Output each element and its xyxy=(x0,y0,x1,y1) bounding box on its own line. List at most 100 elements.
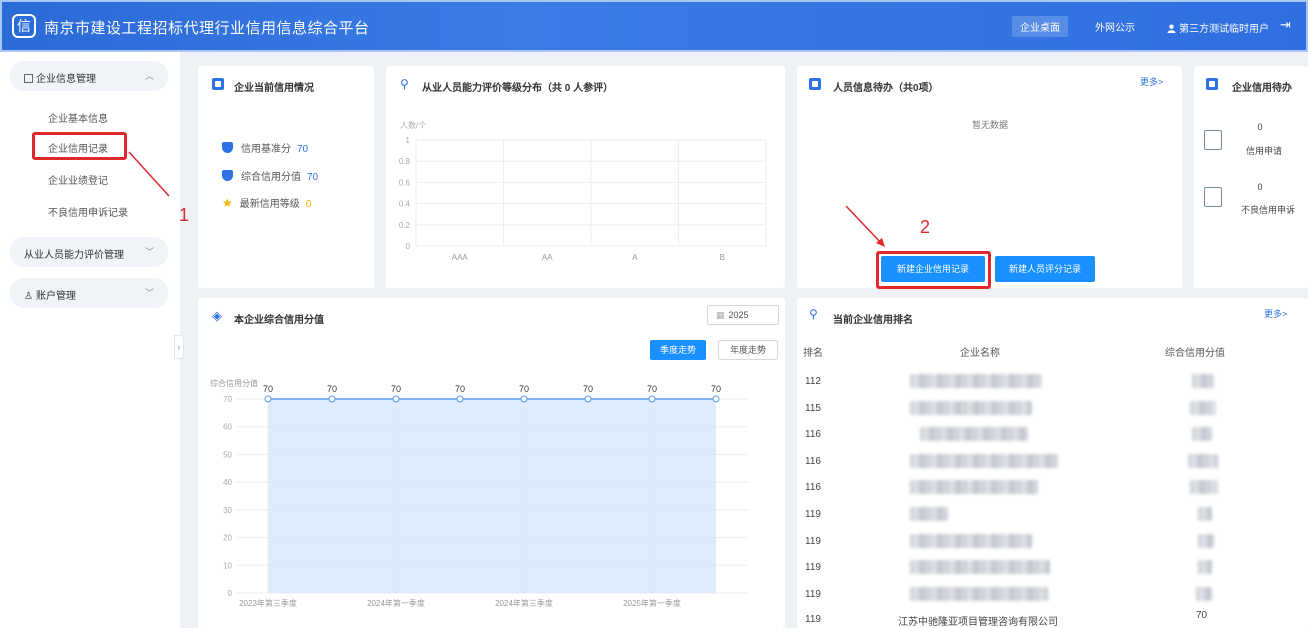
cube-icon: ◈ xyxy=(212,308,222,323)
col-header-score: 综合信用分值 xyxy=(1165,348,1225,359)
user-menu[interactable]: 第三方测试临时用户 xyxy=(1167,20,1269,35)
redacted-score xyxy=(1192,427,1212,441)
data-label: 70 xyxy=(327,384,337,394)
y-tick-label: 20 xyxy=(223,534,232,543)
data-label: 70 xyxy=(455,384,465,394)
company-name: 江苏中驰隆亚项目管理咨询有限公司 xyxy=(898,617,1058,628)
y-tick-label: 0.2 xyxy=(399,221,411,230)
new-staff-score-button[interactable]: 新建人员评分记录 xyxy=(995,256,1095,282)
annotation-arrow-1 xyxy=(128,151,170,197)
data-label: 70 xyxy=(711,384,721,394)
submenu-basic-info[interactable]: 企业基本信息 xyxy=(48,110,108,125)
annotation-number-2: 2 xyxy=(920,217,931,237)
y-tick-label: 0.8 xyxy=(399,157,411,166)
redacted-score xyxy=(1198,560,1212,574)
redacted-score xyxy=(1190,401,1216,415)
nav-enterprise-desktop[interactable]: 企业桌面 xyxy=(1012,16,1068,37)
y-tick-label: 0 xyxy=(228,589,233,598)
menu-group-account[interactable]: ♙ 账户管理 ﹀ xyxy=(10,278,168,308)
year-picker[interactable]: ▦ 2025 xyxy=(707,305,779,325)
card-title: 从业人员能力评价等级分布（共 0 人参评） xyxy=(422,83,614,94)
redacted-company-name xyxy=(910,560,1050,574)
data-label: 70 xyxy=(519,384,529,394)
redacted-score xyxy=(1192,374,1214,388)
ribbon-badge-icon: ⚲ xyxy=(400,77,409,91)
credit-apply-count: 0 xyxy=(1257,122,1263,132)
redacted-company-name xyxy=(910,587,1048,601)
data-label: 70 xyxy=(263,384,273,394)
x-tick-label: 2023年第三季度 xyxy=(239,598,297,608)
card-title: 人员信息待办（共0项） xyxy=(833,83,939,94)
y-tick-label: 10 xyxy=(223,561,232,570)
appeal-doc-icon xyxy=(1204,187,1222,207)
menu-group-label: 企业信息管理 xyxy=(36,74,96,85)
redacted-score xyxy=(1198,534,1214,548)
platform-logo: 信 xyxy=(12,14,36,38)
rank-number: 119 xyxy=(805,536,821,547)
col-header-rank: 排名 xyxy=(803,348,823,359)
distribution-chart: 人数/个00.20.40.60.81AAA AA A B xyxy=(399,120,767,262)
redacted-score xyxy=(1196,587,1212,601)
card-credit-trend: ◈ 本企业综合信用分值 ▦ 2025 季度走势 年度走势 综合信用分值 0 10 20 3… xyxy=(198,298,785,628)
submenu-performance[interactable]: 企业业绩登记 xyxy=(48,172,108,187)
ranking-more-link[interactable]: 更多> xyxy=(1264,307,1287,320)
year-trend-button[interactable]: 年度走势 xyxy=(718,340,778,360)
data-point xyxy=(456,395,464,403)
logout-icon[interactable]: ⇥ xyxy=(1280,17,1291,33)
redacted-company-name xyxy=(910,374,1042,388)
redacted-company-name xyxy=(920,427,1028,441)
credit-apply-label[interactable]: 信用申请 xyxy=(1234,144,1294,157)
submenu-appeal-record[interactable]: 不良信用申诉记录 xyxy=(48,204,128,219)
annotation-box-1 xyxy=(32,132,127,160)
data-label: 70 xyxy=(647,384,657,394)
data-label: 70 xyxy=(391,384,401,394)
x-tick-label: B xyxy=(720,253,725,262)
annotation-number-1: 1 xyxy=(179,205,190,225)
appeal-count: 0 xyxy=(1257,182,1263,192)
nav-public-notice[interactable]: 外网公示 xyxy=(1095,19,1135,34)
appeal-label[interactable]: 不良信用申诉 xyxy=(1232,203,1304,216)
empty-state-text: 暂无数据 xyxy=(972,120,1009,130)
data-label: 70 xyxy=(583,384,593,394)
x-tick-label: A xyxy=(632,253,638,262)
card-title: 企业信用待办 xyxy=(1232,83,1292,94)
todo-more-link[interactable]: 更多> xyxy=(1140,75,1163,88)
y-tick-label: 0.6 xyxy=(399,178,411,187)
y-tick-label: 70 xyxy=(223,395,232,404)
data-point xyxy=(392,395,400,403)
user-name: 第三方测试临时用户 xyxy=(1179,24,1269,35)
data-point xyxy=(328,395,336,403)
area-fill xyxy=(268,399,716,593)
y-tick-label: 60 xyxy=(223,423,232,432)
chevron-down-icon: ﹀ xyxy=(144,247,154,257)
quarter-trend-button[interactable]: 季度走势 xyxy=(650,340,706,360)
menu-group-enterprise-info[interactable]: 企业信息管理 ︿ xyxy=(10,61,168,91)
stat-latest-grade: ★ 最新信用等级 0 xyxy=(222,196,312,210)
y-tick-label: 0 xyxy=(406,242,411,251)
stat-base-score: 信用基准分 70 xyxy=(222,140,308,155)
menu-group-staff-evaluation[interactable]: 从业人员能力评价管理 ﹀ xyxy=(10,237,168,267)
y-tick-label: 0.4 xyxy=(399,200,411,209)
redacted-score xyxy=(1190,480,1218,494)
data-point xyxy=(264,395,272,403)
star-badge-icon xyxy=(212,78,224,90)
x-tick-label: 2024年第三季度 xyxy=(495,598,553,608)
y-tick-label: 50 xyxy=(223,450,232,459)
y-tick-label: 40 xyxy=(223,478,232,487)
x-tick-label: 2025年第一季度 xyxy=(623,598,681,608)
card-title: 本企业综合信用分值 xyxy=(234,315,324,326)
rank-number: 119 xyxy=(805,589,821,600)
calendar-small-icon: ▦ xyxy=(716,310,725,320)
sidebar-collapse-handle[interactable]: ‹ xyxy=(174,335,184,359)
data-point xyxy=(712,395,720,403)
calendar-icon xyxy=(1206,78,1218,90)
app-title: 南京市建设工程招标代理行业信用信息综合平台 xyxy=(44,20,370,37)
x-tick-label: 2024年第一季度 xyxy=(367,598,425,608)
y-axis-label: 人数/个 xyxy=(400,120,426,130)
stat-overall-score: 综合信用分值 70 xyxy=(222,168,318,183)
user-icon xyxy=(1167,24,1176,33)
credit-apply-doc-icon xyxy=(1204,130,1222,150)
y-tick-label: 1 xyxy=(406,136,411,145)
redacted-company-name xyxy=(910,507,948,521)
redacted-company-name xyxy=(910,454,1058,468)
